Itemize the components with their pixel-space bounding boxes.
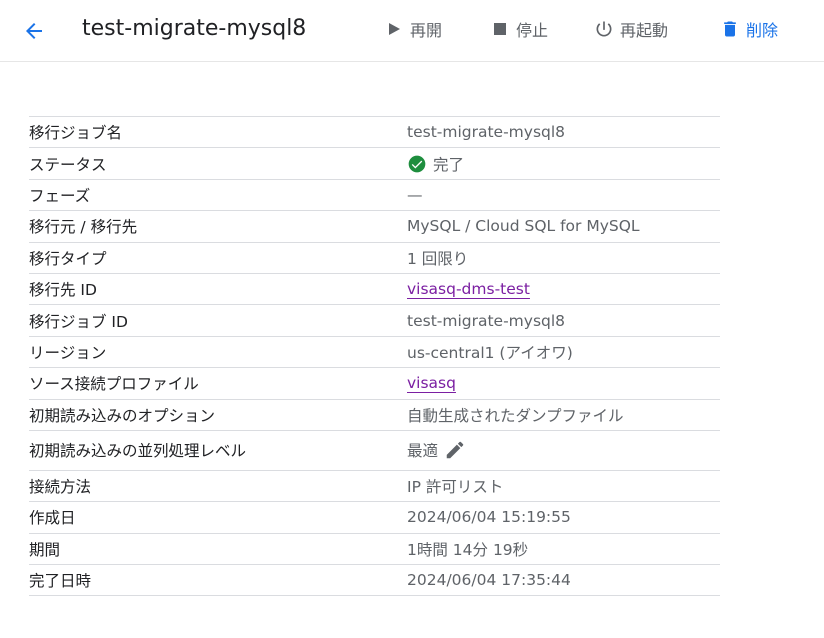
stop-icon [490, 19, 510, 39]
page-header: test-migrate-mysql8 再開 停止 再起動 削除 [0, 0, 824, 62]
label-region: リージョン [29, 343, 107, 362]
row-phase: フェーズ — [29, 180, 720, 212]
label-completed: 完了日時 [29, 572, 92, 591]
parallel-level-text: 最適 [407, 442, 439, 461]
label-status: ステータス [29, 155, 107, 174]
label-parallel-level: 初期読み込みの並列処理レベル [29, 442, 247, 461]
row-job-name: 移行ジョブ名 test-migrate-mysql8 [29, 117, 720, 149]
power-icon [594, 19, 614, 39]
value-job-name: test-migrate-mysql8 [407, 123, 566, 142]
row-connection-method: 接続方法 IP 許可リスト [29, 471, 720, 503]
row-parallel-level: 初期読み込みの並列処理レベル 最適 [29, 431, 720, 471]
row-completed: 完了日時 2024/06/04 17:35:44 [29, 565, 720, 597]
label-duration: 期間 [29, 540, 61, 559]
row-created: 作成日 2024/06/04 15:19:55 [29, 502, 720, 534]
delete-button[interactable]: 削除 [720, 16, 778, 42]
value-initial-load-option: 自動生成されたダンプファイル [407, 406, 624, 425]
destination-id-link[interactable]: visasq-dms-test [407, 280, 530, 298]
value-status: 完了 [407, 153, 464, 175]
delete-label: 削除 [746, 21, 779, 40]
label-source-profile: ソース接続プロファイル [29, 375, 199, 394]
row-source-dest: 移行元 / 移行先 MySQL / Cloud SQL for MySQL [29, 211, 720, 243]
restart-label: 再起動 [620, 21, 669, 40]
arrow-back-icon [26, 23, 42, 39]
restart-button[interactable]: 再起動 [594, 16, 668, 42]
play-icon [384, 19, 404, 39]
resume-button[interactable]: 再開 [384, 16, 442, 42]
value-connection-method: IP 許可リスト [407, 478, 504, 497]
value-created: 2024/06/04 15:19:55 [407, 508, 571, 527]
stop-label: 停止 [516, 21, 549, 40]
row-job-id: 移行ジョブ ID test-migrate-mysql8 [29, 305, 720, 337]
value-source-dest: MySQL / Cloud SQL for MySQL [407, 217, 640, 236]
row-status: ステータス 完了 [29, 148, 720, 180]
label-destination-id: 移行先 ID [29, 281, 97, 300]
value-job-id: test-migrate-mysql8 [407, 311, 566, 330]
resume-label: 再開 [410, 21, 443, 40]
row-destination-id: 移行先 ID visasq-dms-test [29, 274, 720, 306]
label-created: 作成日 [29, 509, 76, 528]
label-connection-method: 接続方法 [29, 478, 92, 497]
value-parallel-level: 最適 [407, 439, 466, 461]
label-source-dest: 移行元 / 移行先 [29, 218, 138, 237]
value-region: us-central1 (アイオワ) [407, 343, 573, 362]
label-job-name: 移行ジョブ名 [29, 124, 123, 143]
label-phase: フェーズ [29, 186, 91, 205]
stop-button[interactable]: 停止 [490, 16, 548, 42]
row-initial-load-option: 初期読み込みのオプション 自動生成されたダンプファイル [29, 400, 720, 431]
label-migration-type: 移行タイプ [29, 249, 107, 268]
row-migration-type: 移行タイプ 1 回限り [29, 243, 720, 274]
value-completed: 2024/06/04 17:35:44 [407, 571, 571, 590]
row-region: リージョン us-central1 (アイオワ) [29, 337, 720, 369]
details-table: 移行ジョブ名 test-migrate-mysql8 ステータス 完了 フェーズ… [29, 116, 720, 597]
value-migration-type: 1 回限り [407, 249, 469, 268]
status-text: 完了 [433, 155, 465, 174]
trash-icon [720, 19, 740, 39]
label-job-id: 移行ジョブ ID [29, 312, 128, 331]
row-source-profile: ソース接続プロファイル visasq [29, 368, 720, 400]
back-button[interactable] [14, 11, 54, 51]
check-circle-icon [407, 154, 427, 174]
value-duration: 1時間 14分 19秒 [407, 540, 529, 559]
pencil-icon[interactable] [444, 439, 466, 461]
value-phase: — [407, 185, 423, 204]
page-title: test-migrate-mysql8 [82, 16, 307, 41]
source-profile-link[interactable]: visasq [407, 374, 456, 392]
row-duration: 期間 1時間 14分 19秒 [29, 534, 720, 566]
label-initial-load-option: 初期読み込みのオプション [29, 406, 216, 425]
